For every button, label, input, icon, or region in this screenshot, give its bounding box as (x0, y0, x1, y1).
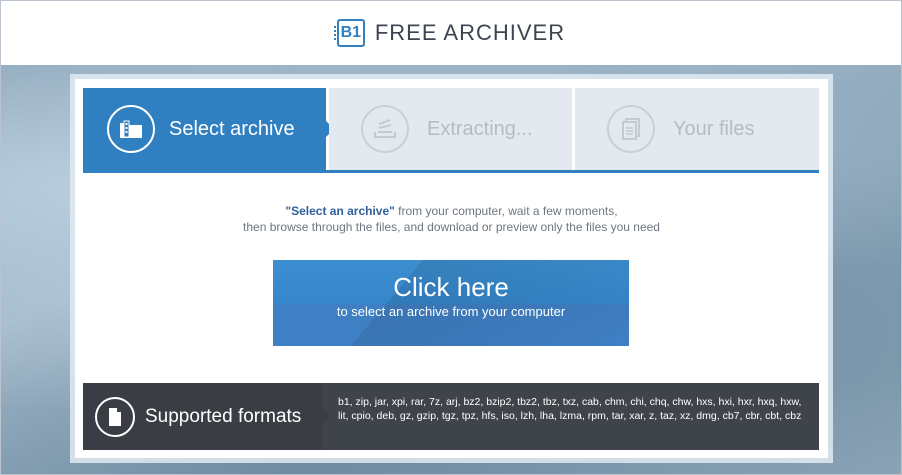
instructions-line-1-rest: from your computer, wait a few moments, (394, 204, 618, 218)
header: B1 FREE ARCHIVER (1, 1, 901, 65)
steps-bar: Select archive Extracting... Your files (83, 88, 819, 173)
select-archive-button-subtitle: to select an archive from your computer (336, 304, 566, 319)
app-frame: B1 FREE ARCHIVER Select archive Extracti… (0, 0, 902, 475)
instructions-line-2: then browse through the files, and downl… (243, 220, 660, 234)
step-your-files: Your files (575, 88, 819, 170)
step-label: Your files (673, 117, 755, 140)
logo-badge: B1 (333, 19, 365, 47)
select-archive-button[interactable]: Click here to select an archive from you… (273, 260, 629, 346)
extract-icon (361, 105, 409, 153)
step-extracting: Extracting... (329, 88, 572, 170)
main-panel: Select archive Extracting... Your files … (75, 79, 828, 458)
step-label: Extracting... (427, 117, 533, 140)
logo-text: FREE ARCHIVER (374, 20, 566, 45)
logo-badge-text: B1 (340, 24, 362, 41)
supported-formats-list: b1, zip, jar, xpi, rar, 7z, arj, bz2, bz… (338, 396, 802, 422)
step-select-archive[interactable]: Select archive (83, 88, 334, 170)
supported-formats-title: Supported formats (145, 405, 302, 427)
instructions-highlight: "Select an archive" (285, 204, 395, 218)
instructions-line-1: "Select an archive" from your computer, … (75, 203, 828, 219)
supported-formats-header: Supported formats (83, 383, 329, 450)
document-icon (95, 396, 135, 437)
instructions: "Select an archive" from your computer, … (75, 203, 828, 235)
files-icon (607, 105, 655, 153)
step-label: Select archive (169, 117, 295, 140)
select-archive-button-title: Click here (393, 272, 509, 302)
supported-formats-bar: Supported formats b1, zip, jar, xpi, rar… (83, 383, 819, 450)
archive-icon (107, 105, 155, 153)
